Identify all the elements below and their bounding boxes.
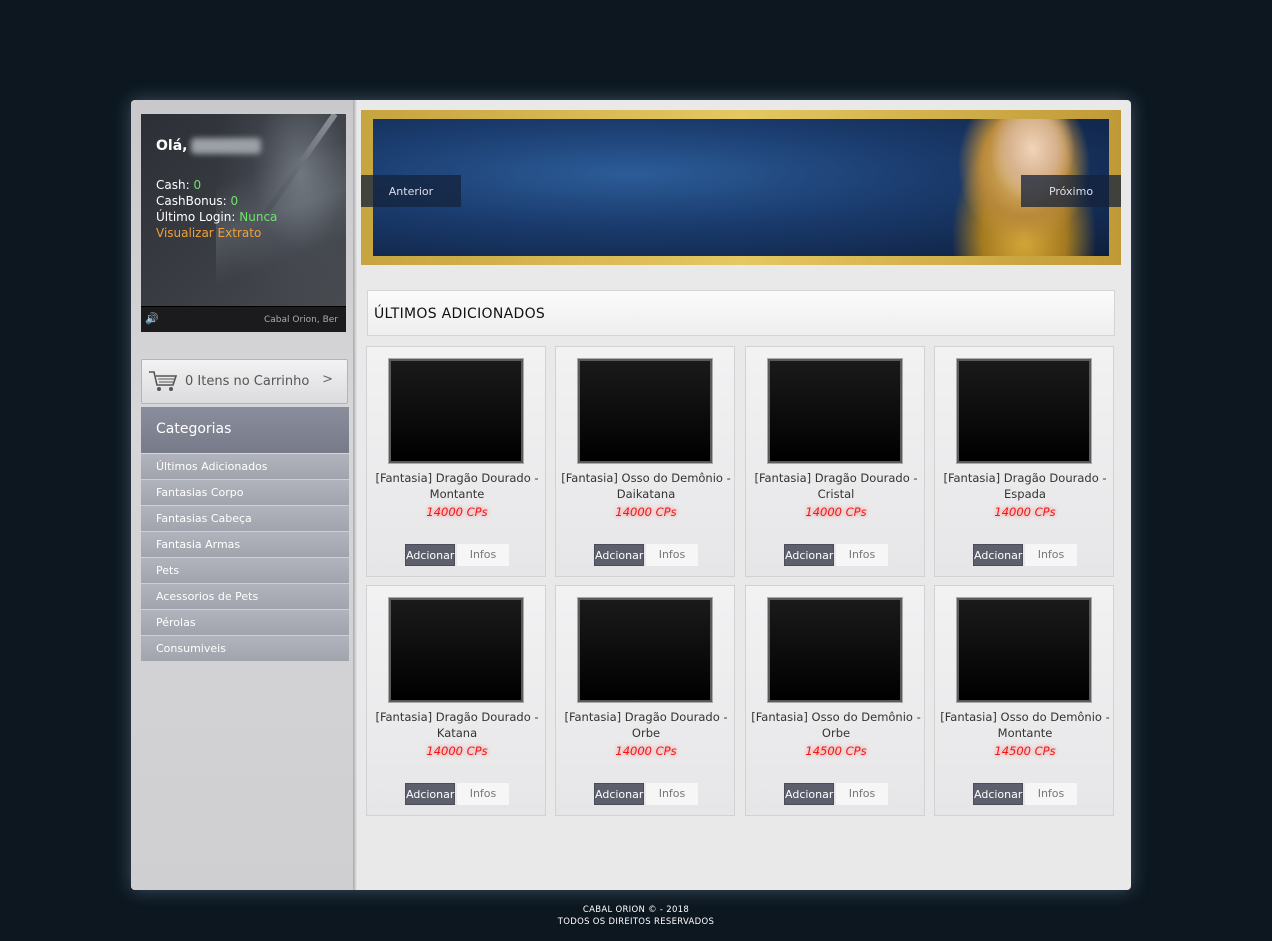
product-card: [Fantasia] Dragão Dourado - Montante 140…	[366, 346, 546, 577]
carousel-next-button[interactable]: Próximo	[1021, 175, 1121, 207]
category-item-pets[interactable]: Pets	[141, 558, 349, 584]
last-login-row: Último Login: Nunca	[156, 210, 277, 224]
banner-carousel: Anterior Próximo	[361, 110, 1121, 265]
product-image[interactable]	[389, 359, 523, 463]
category-item-fantasias-cabeca[interactable]: Fantasias Cabeça	[141, 506, 349, 532]
product-card: [Fantasia] Osso do Demônio - Montante 14…	[934, 585, 1114, 816]
cashbonus-label: CashBonus:	[156, 194, 227, 208]
user-panel: Olá, Cash: 0 CashBonus: 0 Último Login: …	[141, 114, 346, 332]
section-title: ÚLTIMOS ADICIONADOS	[374, 306, 546, 322]
add-to-cart-button[interactable]: Adcionar	[784, 544, 834, 566]
product-name: [Fantasia] Dragão Dourado - Montante	[375, 471, 539, 501]
store-frame: Olá, Cash: 0 CashBonus: 0 Último Login: …	[131, 100, 1131, 890]
banner-image	[373, 119, 1109, 256]
product-name: [Fantasia] Osso do Demônio - Orbe	[751, 710, 921, 740]
last-login-value: Nunca	[239, 210, 278, 224]
product-image[interactable]	[768, 598, 902, 702]
cash-label: Cash:	[156, 178, 190, 192]
product-card: [Fantasia] Osso do Demônio - Daikatana 1…	[555, 346, 735, 577]
footer-rights: TODOS OS DIREITOS RESERVADOS	[557, 917, 715, 927]
product-image[interactable]	[578, 359, 712, 463]
categories-title: Categorias	[156, 421, 232, 437]
info-button[interactable]: Infos	[1025, 783, 1077, 805]
categories-header: Categorias	[141, 407, 349, 453]
username-redacted	[191, 138, 261, 154]
cart-button[interactable]: 0 Itens no Carrinho >	[141, 359, 348, 404]
product-price: 14000 CPs	[805, 505, 867, 519]
product-image[interactable]	[389, 598, 523, 702]
product-image[interactable]	[957, 598, 1091, 702]
info-button[interactable]: Infos	[457, 783, 509, 805]
category-item-perolas[interactable]: Pérolas	[141, 610, 349, 636]
info-button[interactable]: Infos	[836, 783, 888, 805]
product-card: [Fantasia] Osso do Demônio - Orbe 14500 …	[745, 585, 925, 816]
cashbonus-value: 0	[230, 194, 239, 208]
section-header: ÚLTIMOS ADICIONADOS	[367, 290, 1115, 336]
product-name: [Fantasia] Dragão Dourado - Katana	[375, 710, 539, 740]
product-price: 14000 CPs	[426, 744, 488, 758]
product-name: [Fantasia] Dragão Dourado - Orbe	[564, 710, 728, 740]
product-price: 14000 CPs	[994, 505, 1056, 519]
carousel-prev-button[interactable]: Anterior	[361, 175, 461, 207]
product-price: 14500 CPs	[994, 744, 1056, 758]
categories-list: Últimos Adicionados Fantasias Corpo Fant…	[141, 454, 349, 662]
footer: CABAL ORION © - 2018 TODOS OS DIREITOS R…	[0, 904, 1272, 928]
add-to-cart-button[interactable]: Adcionar	[594, 783, 644, 805]
speaker-icon[interactable]: 🔊	[145, 312, 159, 325]
category-item-ultimos-adicionados[interactable]: Últimos Adicionados	[141, 454, 349, 480]
greeting: Olá,	[156, 138, 188, 154]
product-price: 14500 CPs	[805, 744, 867, 758]
cashbonus-row: CashBonus: 0	[156, 194, 238, 208]
product-price: 14000 CPs	[615, 744, 677, 758]
product-image[interactable]	[768, 359, 902, 463]
add-to-cart-button[interactable]: Adcionar	[405, 783, 455, 805]
category-item-acessorios-de-pets[interactable]: Acessorios de Pets	[141, 584, 349, 610]
product-name: [Fantasia] Osso do Demônio - Daikatana	[561, 471, 731, 501]
add-to-cart-button[interactable]: Adcionar	[405, 544, 455, 566]
info-button[interactable]: Infos	[646, 544, 698, 566]
category-item-fantasia-armas[interactable]: Fantasia Armas	[141, 532, 349, 558]
product-image[interactable]	[957, 359, 1091, 463]
last-login-label: Último Login:	[156, 210, 236, 224]
cart-label: 0 Itens no Carrinho	[185, 374, 310, 389]
product-card: [Fantasia] Dragão Dourado - Cristal 1400…	[745, 346, 925, 577]
shopping-cart-icon	[149, 371, 178, 391]
add-to-cart-button[interactable]: Adcionar	[784, 783, 834, 805]
add-to-cart-button[interactable]: Adcionar	[973, 544, 1023, 566]
category-item-consumiveis[interactable]: Consumiveis	[141, 636, 349, 662]
view-statement-link[interactable]: Visualizar Extrato	[156, 226, 261, 240]
music-player: 🔊 Cabal Orion, Ber	[141, 306, 346, 332]
category-item-fantasias-corpo[interactable]: Fantasias Corpo	[141, 480, 349, 506]
product-image[interactable]	[578, 598, 712, 702]
chevron-right-icon: >	[322, 372, 333, 387]
add-to-cart-button[interactable]: Adcionar	[594, 544, 644, 566]
cash-row: Cash: 0	[156, 178, 201, 192]
product-price: 14000 CPs	[615, 505, 677, 519]
product-card: [Fantasia] Dragão Dourado - Espada 14000…	[934, 346, 1114, 577]
info-button[interactable]: Infos	[457, 544, 509, 566]
now-playing-text: Cabal Orion, Ber	[263, 315, 338, 325]
footer-copyright: CABAL ORION © - 2018	[582, 905, 690, 915]
product-name: [Fantasia] Dragão Dourado - Cristal	[754, 471, 918, 501]
product-name: [Fantasia] Osso do Demônio - Montante	[940, 710, 1110, 740]
product-card: [Fantasia] Dragão Dourado - Orbe 14000 C…	[555, 585, 735, 816]
add-to-cart-button[interactable]: Adcionar	[973, 783, 1023, 805]
product-price: 14000 CPs	[426, 505, 488, 519]
cash-value: 0	[193, 178, 202, 192]
product-card: [Fantasia] Dragão Dourado - Katana 14000…	[366, 585, 546, 816]
info-button[interactable]: Infos	[646, 783, 698, 805]
product-name: [Fantasia] Dragão Dourado - Espada	[943, 471, 1107, 501]
sidebar-divider	[353, 100, 357, 890]
info-button[interactable]: Infos	[1025, 544, 1077, 566]
info-button[interactable]: Infos	[836, 544, 888, 566]
